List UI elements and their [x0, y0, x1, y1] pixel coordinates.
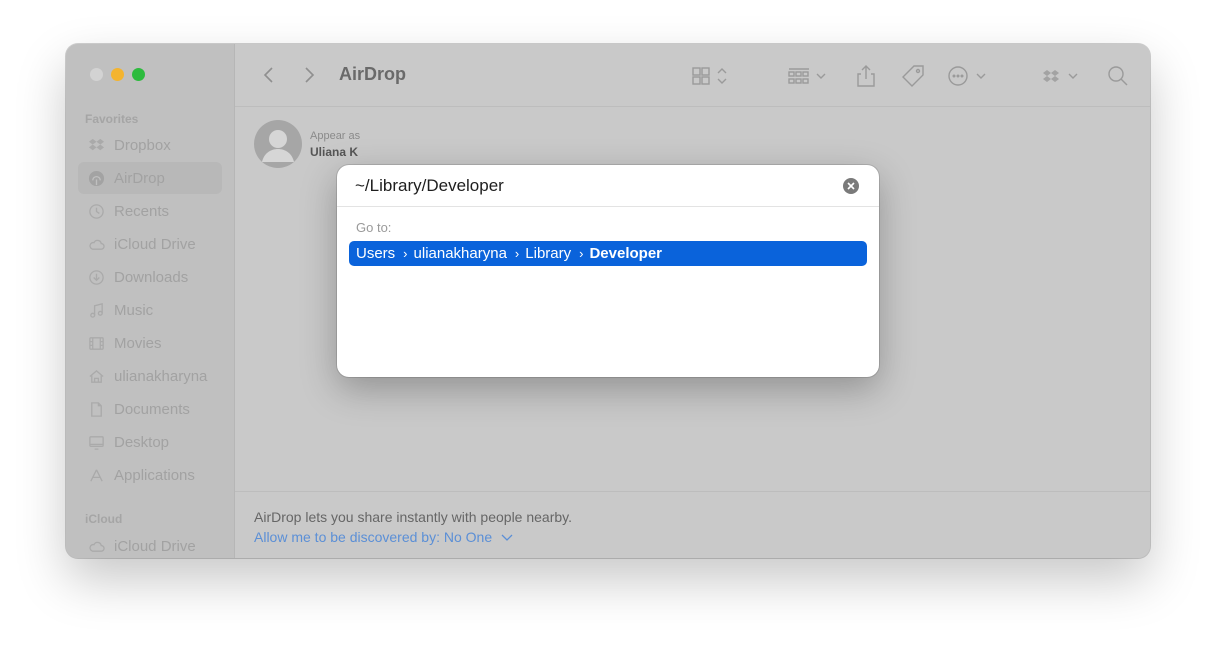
window-controls [90, 68, 145, 81]
view-mode-button[interactable] [691, 63, 733, 89]
film-icon [87, 334, 105, 352]
sidebar-item-label: ulianakharyna [114, 367, 208, 385]
sidebar-item-documents[interactable]: Documents [78, 393, 222, 425]
toolbar: AirDrop [235, 44, 1150, 107]
sidebar-item-icloud-drive[interactable]: iCloud Drive [78, 228, 222, 260]
sidebar-item-label: Desktop [114, 433, 170, 451]
discoverability-label: Allow me to be discovered by: No One [254, 529, 493, 545]
cloud-icon [87, 537, 105, 555]
sidebar-item-label: Recents [114, 202, 170, 220]
sidebar-item-label: Music [114, 301, 154, 319]
sidebar-item-label: Documents [114, 400, 190, 418]
dropbox-menu-button[interactable] [1041, 63, 1085, 89]
sidebar-item-label: Applications [114, 466, 195, 484]
sidebar-item-icloud-drive-2[interactable]: iCloud Drive [78, 530, 222, 558]
avatar [254, 120, 302, 168]
sidebar-section-icloud: iCloud [85, 512, 123, 526]
crumb-users: Users [356, 245, 396, 262]
cloud-icon [87, 235, 105, 253]
close-window-button[interactable] [90, 68, 103, 81]
document-icon [87, 400, 105, 418]
clear-button[interactable] [843, 178, 859, 194]
forward-button[interactable] [299, 64, 319, 86]
maximize-window-button[interactable] [132, 68, 145, 81]
close-icon [847, 182, 855, 190]
search-button[interactable] [1106, 63, 1130, 89]
sidebar-item-downloads[interactable]: Downloads [78, 261, 222, 293]
group-by-button[interactable] [787, 63, 831, 89]
tag-button[interactable] [901, 63, 925, 89]
share-icon [857, 65, 875, 87]
crumb-developer: Developer [589, 245, 663, 262]
go-to-folder-dialog: Go to: Users › ulianakharyna › Library ›… [337, 165, 879, 377]
grid-view-icon [692, 67, 727, 85]
sidebar-item-recents[interactable]: Recents [78, 195, 222, 227]
path-input[interactable] [337, 165, 879, 207]
window-title: AirDrop [339, 64, 406, 84]
music-note-icon [87, 301, 105, 319]
sidebar-section-favorites: Favorites [85, 112, 139, 126]
airdrop-icon [87, 169, 105, 187]
crumb-library: Library [525, 245, 572, 262]
dropbox-icon [87, 136, 105, 154]
search-icon [1108, 66, 1128, 86]
more-actions-button[interactable] [947, 63, 991, 89]
download-icon [87, 268, 105, 286]
sidebar-item-label: AirDrop [114, 169, 165, 187]
sidebar-item-label: Dropbox [114, 136, 171, 154]
applications-icon [87, 466, 105, 484]
sidebar: Favorites Dropbox AirDrop Recents iCloud… [66, 44, 235, 558]
desktop-icon [87, 433, 105, 451]
sidebar-item-label: Movies [114, 334, 162, 352]
sidebar-item-dropbox[interactable]: Dropbox [78, 129, 222, 161]
chevron-right-icon: › [403, 246, 408, 261]
chevron-down-icon [501, 534, 513, 541]
share-button[interactable] [855, 63, 877, 89]
sidebar-item-home[interactable]: ulianakharyna [78, 360, 222, 392]
path-suggestion-row[interactable]: Users › ulianakharyna › Library › Develo… [349, 241, 867, 266]
home-icon [87, 367, 105, 385]
goto-label: Go to: [356, 220, 392, 235]
sidebar-item-label: iCloud Drive [114, 235, 196, 253]
sidebar-item-music[interactable]: Music [78, 294, 222, 326]
discoverability-dropdown[interactable]: Allow me to be discovered by: No One [254, 529, 514, 545]
chevron-left-icon [263, 67, 273, 83]
crumb-user-folder: ulianakharyna [413, 245, 507, 262]
tag-icon [902, 65, 924, 87]
sidebar-item-applications[interactable]: Applications [78, 459, 222, 491]
clock-icon [87, 202, 105, 220]
appear-as-label: Appear as [310, 130, 361, 142]
airdrop-footer: AirDrop lets you share instantly with pe… [235, 491, 1150, 558]
sidebar-item-movies[interactable]: Movies [78, 327, 222, 359]
sidebar-item-label: iCloud Drive [114, 537, 196, 555]
chevron-right-icon [305, 67, 315, 83]
ellipsis-circle-icon [948, 66, 986, 86]
sidebar-item-airdrop[interactable]: AirDrop [78, 162, 222, 194]
chevron-right-icon: › [514, 246, 520, 261]
minimize-window-button[interactable] [111, 68, 124, 81]
chevron-right-icon: › [579, 246, 584, 261]
user-name: Uliana K [310, 145, 359, 159]
back-button[interactable] [259, 64, 279, 86]
dropbox-icon [1043, 70, 1078, 82]
sidebar-item-label: Downloads [114, 268, 189, 286]
sidebar-item-desktop[interactable]: Desktop [78, 426, 222, 458]
airdrop-description: AirDrop lets you share instantly with pe… [254, 509, 573, 525]
group-icon [788, 68, 826, 84]
